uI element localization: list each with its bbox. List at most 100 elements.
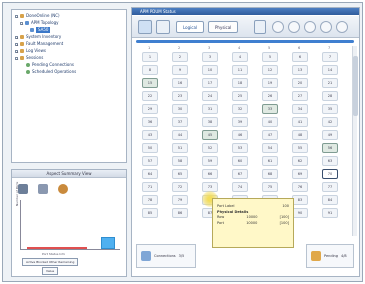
port-cell[interactable]: 86 <box>172 208 188 218</box>
expand-icon[interactable]: + <box>15 42 19 46</box>
port-cell[interactable]: 26 <box>262 91 278 101</box>
back-icon[interactable] <box>272 21 284 33</box>
tree-item-pending-connections[interactable]: Pending Connections <box>26 62 74 68</box>
legend-row[interactable]: Active Blocked Other Remaining <box>22 258 79 266</box>
port-cell[interactable]: 29 <box>142 104 158 114</box>
port-cell[interactable]: 33 <box>262 104 278 114</box>
expand-icon[interactable]: + <box>15 35 19 39</box>
tree-item-apm-topology[interactable]: − APM Topology <box>20 20 59 26</box>
tab-logical[interactable]: Logical <box>176 21 205 33</box>
value-select[interactable]: Value <box>42 267 59 275</box>
port-cell[interactable]: 63 <box>322 156 338 166</box>
port-cell[interactable]: 38 <box>202 117 218 127</box>
port-cell[interactable]: 65 <box>172 169 188 179</box>
port-cell[interactable]: 11 <box>232 65 248 75</box>
grid-view-icon[interactable] <box>156 20 170 34</box>
tree-item-sa50[interactable]: SA50 <box>30 27 51 33</box>
value-select-row[interactable]: Value <box>42 267 59 275</box>
port-cell[interactable]: 24 <box>202 91 218 101</box>
port-cell[interactable]: 55 <box>292 143 308 153</box>
pending-card[interactable]: Pending 4/8 <box>306 244 354 268</box>
port-cell[interactable]: 74 <box>232 182 248 192</box>
port-cell[interactable]: 14 <box>322 65 338 75</box>
port-cell[interactable]: 46 <box>232 130 248 140</box>
forward-icon[interactable] <box>288 21 300 33</box>
port-cell[interactable]: 20 <box>292 78 308 88</box>
print-icon[interactable] <box>336 21 348 33</box>
tree-item-fault-management[interactable]: + Fault Management <box>15 41 63 47</box>
port-cell[interactable]: 40 <box>262 117 278 127</box>
port-cell[interactable]: 42 <box>322 117 338 127</box>
port-cell[interactable]: 56 <box>322 143 338 153</box>
port-cell[interactable]: 31 <box>202 104 218 114</box>
connections-card[interactable]: Connections 3/5 <box>136 244 196 268</box>
port-cell[interactable]: 7 <box>322 52 338 62</box>
port-cell[interactable]: 1 <box>142 52 158 62</box>
port-cell[interactable]: 66 <box>202 169 218 179</box>
port-cell[interactable]: 35 <box>322 104 338 114</box>
tree-item-sessions[interactable]: − Sessions <box>15 55 43 61</box>
port-cell[interactable]: 19 <box>262 78 278 88</box>
port-cell[interactable]: 9 <box>172 65 188 75</box>
port-cell[interactable]: 21 <box>322 78 338 88</box>
port-cell[interactable]: 64 <box>142 169 158 179</box>
port-cell[interactable]: 45 <box>202 130 218 140</box>
port-cell[interactable]: 22 <box>142 91 158 101</box>
port-cell[interactable]: 83 <box>292 195 308 205</box>
table-icon[interactable] <box>18 184 28 194</box>
port-cell[interactable]: 43 <box>142 130 158 140</box>
port-cell[interactable]: 15 <box>142 78 158 88</box>
port-cell[interactable]: 2 <box>172 52 188 62</box>
port-cell[interactable]: 32 <box>232 104 248 114</box>
port-cell[interactable]: 39 <box>232 117 248 127</box>
port-cell[interactable]: 69 <box>292 169 308 179</box>
port-cell[interactable]: 44 <box>172 130 188 140</box>
port-cell[interactable]: 78 <box>142 195 158 205</box>
tree-item-log-views[interactable]: + Log Views <box>15 48 46 54</box>
port-cell[interactable]: 53 <box>232 143 248 153</box>
port-cell[interactable]: 90 <box>292 208 308 218</box>
port-cell[interactable]: 23 <box>172 91 188 101</box>
collapse-icon[interactable]: − <box>20 21 24 25</box>
tree-item-system-inventory[interactable]: + System Inventory <box>15 34 61 40</box>
tree-item-root[interactable]: − DoneOnline (NC) <box>15 13 60 19</box>
port-cell[interactable]: 12 <box>262 65 278 75</box>
port-cell[interactable]: 16 <box>172 78 188 88</box>
port-cell[interactable]: 57 <box>142 156 158 166</box>
port-cell[interactable]: 68 <box>262 169 278 179</box>
port-cell[interactable]: 27 <box>292 91 308 101</box>
port-cell[interactable]: 60 <box>232 156 248 166</box>
chart-icon[interactable] <box>38 184 48 194</box>
port-cell[interactable]: 4 <box>232 52 248 62</box>
port-cell[interactable]: 37 <box>172 117 188 127</box>
port-cell[interactable]: 85 <box>142 208 158 218</box>
scroll-thumb[interactable] <box>353 56 358 116</box>
collapse-icon[interactable]: − <box>15 56 19 60</box>
port-cell[interactable]: 47 <box>262 130 278 140</box>
expand-icon[interactable]: + <box>15 49 19 53</box>
port-cell[interactable]: 51 <box>172 143 188 153</box>
port-cell[interactable]: 13 <box>292 65 308 75</box>
port-cell[interactable]: 52 <box>202 143 218 153</box>
settings-icon[interactable] <box>58 184 68 194</box>
tree-item-scheduled-operations[interactable]: Scheduled Operations <box>26 69 76 75</box>
port-cell[interactable]: 72 <box>172 182 188 192</box>
legend-box[interactable]: Active Blocked Other Remaining <box>22 258 79 266</box>
port-cell[interactable]: 41 <box>292 117 308 127</box>
port-cell[interactable]: 75 <box>262 182 278 192</box>
port-cell[interactable]: 17 <box>202 78 218 88</box>
collapse-icon[interactable]: − <box>15 14 19 18</box>
port-cell[interactable]: 91 <box>322 208 338 218</box>
port-cell[interactable]: 58 <box>172 156 188 166</box>
port-cell[interactable]: 79 <box>172 195 188 205</box>
port-cell[interactable]: 25 <box>232 91 248 101</box>
port-cell[interactable]: 67 <box>232 169 248 179</box>
port-cell[interactable]: 8 <box>142 65 158 75</box>
vertical-scrollbar[interactable] <box>352 46 358 236</box>
port-cell[interactable]: 70 <box>322 169 338 179</box>
tab-physical[interactable]: Physical <box>208 21 239 33</box>
port-cell[interactable]: 50 <box>142 143 158 153</box>
port-cell[interactable]: 18 <box>232 78 248 88</box>
port-cell[interactable]: 10 <box>202 65 218 75</box>
list-view-icon[interactable] <box>138 20 152 34</box>
